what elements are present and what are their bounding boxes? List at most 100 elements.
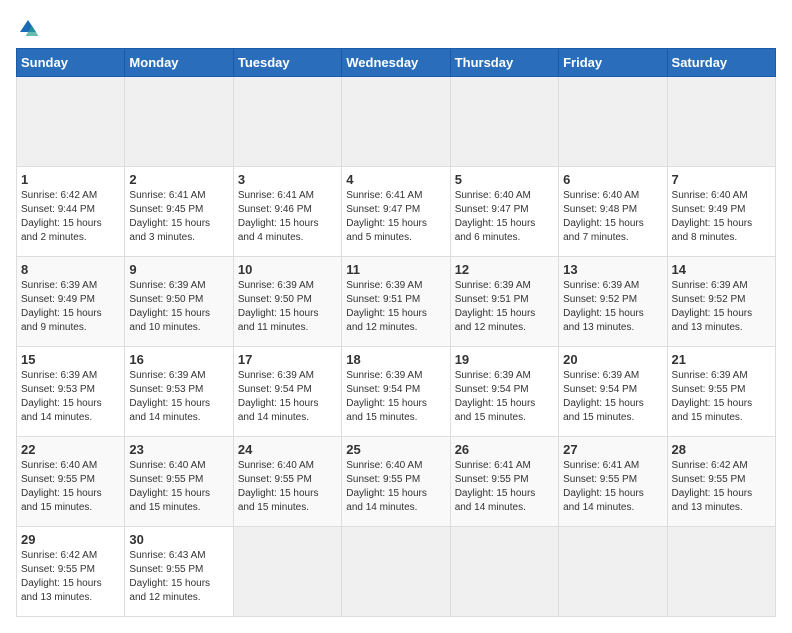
calendar-cell: 23Sunrise: 6:40 AMSunset: 9:55 PMDayligh…: [125, 437, 233, 527]
cell-info: Sunrise: 6:40 AMSunset: 9:49 PMDaylight:…: [672, 189, 771, 245]
day-number: 22: [21, 442, 120, 457]
day-number: 7: [672, 172, 771, 187]
cell-info: Sunrise: 6:40 AMSunset: 9:55 PMDaylight:…: [21, 459, 120, 515]
calendar-cell: 5 Sunrise: 6:40 AMSunset: 9:47 PMDaylight…: [450, 167, 558, 257]
calendar-cell: 14 Sunrise: 6:39 AMSunset: 9:52 PMDayligh…: [667, 257, 775, 347]
cell-info: Sunrise: 6:39 AMSunset: 9:55 PMDaylight:…: [672, 369, 771, 425]
header-row: SundayMondayTuesdayWednesdayThursdayFrid…: [17, 49, 776, 77]
calendar-cell: [667, 527, 775, 617]
cell-info: Sunrise: 6:41 AMSunset: 9:47 PMDaylight:…: [346, 189, 445, 245]
day-number: 8: [21, 262, 120, 277]
cell-info: Sunrise: 6:43 AMSunset: 9:55 PMDaylight:…: [129, 549, 228, 605]
day-number: 28: [672, 442, 771, 457]
day-number: 15: [21, 352, 120, 367]
day-number: 27: [563, 442, 662, 457]
day-number: 5: [455, 172, 554, 187]
day-number: 17: [238, 352, 337, 367]
cell-info: Sunrise: 6:39 AMSunset: 9:53 PMDaylight:…: [21, 369, 120, 425]
day-number: 12: [455, 262, 554, 277]
cell-info: Sunrise: 6:39 AMSunset: 9:51 PMDaylight:…: [455, 279, 554, 335]
calendar-cell: 4 Sunrise: 6:41 AMSunset: 9:47 PMDaylight…: [342, 167, 450, 257]
cell-info: Sunrise: 6:42 AMSunset: 9:55 PMDaylight:…: [672, 459, 771, 515]
day-number: 6: [563, 172, 662, 187]
calendar-cell: 19 Sunrise: 6:39 AMSunset: 9:54 PMDayligh…: [450, 347, 558, 437]
calendar-cell: [125, 77, 233, 167]
calendar-cell: 3Sunrise: 6:41 AMSunset: 9:46 PMDaylight…: [233, 167, 341, 257]
cell-info: Sunrise: 6:39 AMSunset: 9:54 PMDaylight:…: [238, 369, 337, 425]
page-header: [16, 16, 776, 40]
day-number: 26: [455, 442, 554, 457]
cell-info: Sunrise: 6:39 AMSunset: 9:50 PMDaylight:…: [129, 279, 228, 335]
calendar-cell: 15 Sunrise: 6:39 AMSunset: 9:53 PMDayligh…: [17, 347, 125, 437]
day-number: 16: [129, 352, 228, 367]
cell-info: Sunrise: 6:41 AMSunset: 9:55 PMDaylight:…: [455, 459, 554, 515]
day-number: 25: [346, 442, 445, 457]
cell-info: Sunrise: 6:39 AMSunset: 9:50 PMDaylight:…: [238, 279, 337, 335]
week-row-4: 22 Sunrise: 6:40 AMSunset: 9:55 PMDayligh…: [17, 437, 776, 527]
cell-info: Sunrise: 6:39 AMSunset: 9:54 PMDaylight:…: [455, 369, 554, 425]
cell-info: Sunrise: 6:41 AMSunset: 9:45 PMDaylight:…: [129, 189, 228, 245]
calendar-cell: [559, 527, 667, 617]
calendar-cell: 22 Sunrise: 6:40 AMSunset: 9:55 PMDayligh…: [17, 437, 125, 527]
calendar-cell: 27 Sunrise: 6:41 AMSunset: 9:55 PMDayligh…: [559, 437, 667, 527]
calendar-cell: [342, 77, 450, 167]
day-number: 30: [129, 532, 228, 547]
calendar-cell: [450, 527, 558, 617]
week-row-1: 1Sunrise: 6:42 AMSunset: 9:44 PMDaylight…: [17, 167, 776, 257]
col-header-thursday: Thursday: [450, 49, 558, 77]
logo: [16, 16, 44, 40]
col-header-sunday: Sunday: [17, 49, 125, 77]
calendar-cell: 26 Sunrise: 6:41 AMSunset: 9:55 PMDayligh…: [450, 437, 558, 527]
cell-info: Sunrise: 6:39 AMSunset: 9:51 PMDaylight:…: [346, 279, 445, 335]
col-header-saturday: Saturday: [667, 49, 775, 77]
calendar-cell: [450, 77, 558, 167]
day-number: 10: [238, 262, 337, 277]
cell-info: Sunrise: 6:39 AMSunset: 9:53 PMDaylight:…: [129, 369, 228, 425]
calendar-cell: 29 Sunrise: 6:42 AMSunset: 9:55 PMDayligh…: [17, 527, 125, 617]
cell-info: Sunrise: 6:40 AMSunset: 9:47 PMDaylight:…: [455, 189, 554, 245]
day-number: 29: [21, 532, 120, 547]
cell-info: Sunrise: 6:39 AMSunset: 9:52 PMDaylight:…: [672, 279, 771, 335]
cell-info: Sunrise: 6:40 AMSunset: 9:55 PMDaylight:…: [238, 459, 337, 515]
calendar-cell: 16 Sunrise: 6:39 AMSunset: 9:53 PMDayligh…: [125, 347, 233, 437]
calendar-cell: 8Sunrise: 6:39 AMSunset: 9:49 PMDaylight…: [17, 257, 125, 347]
cell-info: Sunrise: 6:40 AMSunset: 9:55 PMDaylight:…: [129, 459, 228, 515]
day-number: 1: [21, 172, 120, 187]
calendar-cell: 7 Sunrise: 6:40 AMSunset: 9:49 PMDaylight…: [667, 167, 775, 257]
col-header-wednesday: Wednesday: [342, 49, 450, 77]
calendar-cell: [233, 77, 341, 167]
day-number: 14: [672, 262, 771, 277]
calendar-cell: 10 Sunrise: 6:39 AMSunset: 9:50 PMDayligh…: [233, 257, 341, 347]
day-number: 19: [455, 352, 554, 367]
cell-info: Sunrise: 6:41 AMSunset: 9:55 PMDaylight:…: [563, 459, 662, 515]
day-number: 18: [346, 352, 445, 367]
calendar-cell: [342, 527, 450, 617]
calendar-cell: 1Sunrise: 6:42 AMSunset: 9:44 PMDaylight…: [17, 167, 125, 257]
day-number: 24: [238, 442, 337, 457]
day-number: 20: [563, 352, 662, 367]
calendar-cell: 13Sunrise: 6:39 AMSunset: 9:52 PMDayligh…: [559, 257, 667, 347]
day-number: 13: [563, 262, 662, 277]
calendar-cell: [667, 77, 775, 167]
calendar-cell: 11Sunrise: 6:39 AMSunset: 9:51 PMDayligh…: [342, 257, 450, 347]
calendar-cell: 18Sunrise: 6:39 AMSunset: 9:54 PMDayligh…: [342, 347, 450, 437]
calendar-cell: 17 Sunrise: 6:39 AMSunset: 9:54 PMDayligh…: [233, 347, 341, 437]
col-header-friday: Friday: [559, 49, 667, 77]
week-row-3: 15 Sunrise: 6:39 AMSunset: 9:53 PMDayligh…: [17, 347, 776, 437]
cell-info: Sunrise: 6:40 AMSunset: 9:55 PMDaylight:…: [346, 459, 445, 515]
calendar-cell: 25 Sunrise: 6:40 AMSunset: 9:55 PMDayligh…: [342, 437, 450, 527]
calendar-table: SundayMondayTuesdayWednesdayThursdayFrid…: [16, 48, 776, 617]
week-row-0: [17, 77, 776, 167]
calendar-cell: 2 Sunrise: 6:41 AMSunset: 9:45 PMDaylight…: [125, 167, 233, 257]
calendar-cell: 30 Sunrise: 6:43 AMSunset: 9:55 PMDayligh…: [125, 527, 233, 617]
week-row-5: 29 Sunrise: 6:42 AMSunset: 9:55 PMDayligh…: [17, 527, 776, 617]
cell-info: Sunrise: 6:41 AMSunset: 9:46 PMDaylight:…: [238, 189, 337, 245]
day-number: 2: [129, 172, 228, 187]
calendar-cell: [17, 77, 125, 167]
cell-info: Sunrise: 6:40 AMSunset: 9:48 PMDaylight:…: [563, 189, 662, 245]
day-number: 4: [346, 172, 445, 187]
cell-info: Sunrise: 6:42 AMSunset: 9:55 PMDaylight:…: [21, 549, 120, 605]
cell-info: Sunrise: 6:39 AMSunset: 9:54 PMDaylight:…: [563, 369, 662, 425]
day-number: 21: [672, 352, 771, 367]
calendar-cell: [559, 77, 667, 167]
